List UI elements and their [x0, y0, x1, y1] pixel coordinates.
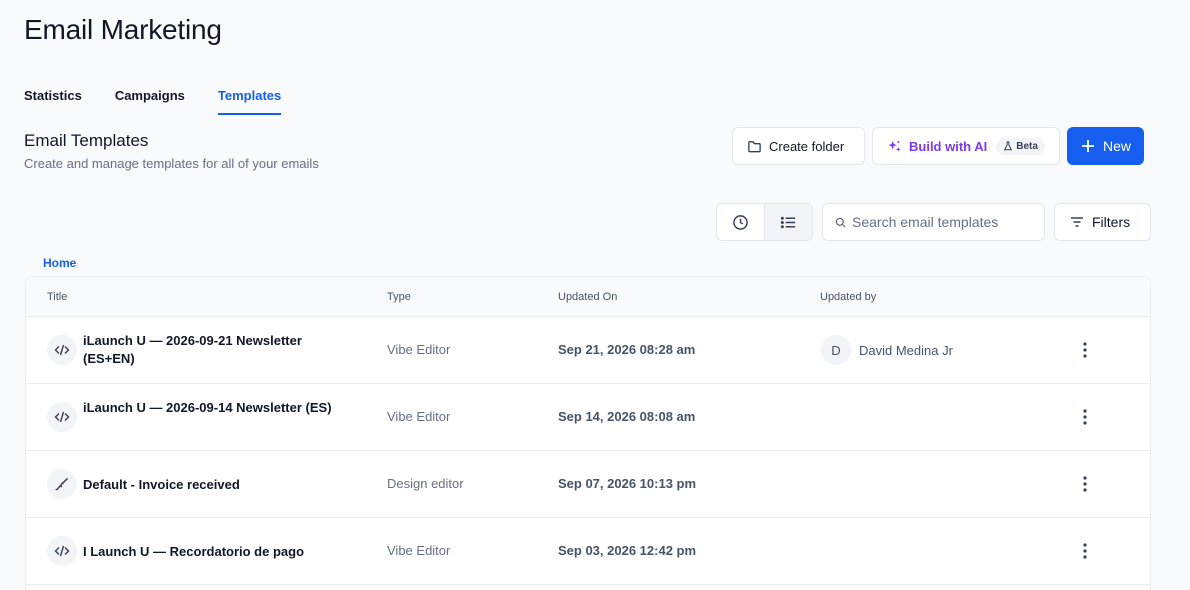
template-title[interactable]: Default - Invoice received: [83, 476, 333, 494]
code-icon: [47, 402, 77, 432]
section-title: Email Templates: [24, 131, 149, 150]
folder-icon: [748, 140, 761, 152]
table-row[interactable]: Default - Invoice received Design editor…: [26, 451, 1150, 518]
code-icon: [47, 536, 77, 566]
create-folder-label: Create folder: [769, 138, 845, 154]
view-toggle: [716, 203, 813, 241]
search-input[interactable]: [852, 214, 1032, 230]
template-title[interactable]: I Launch U — Recordatorio de pago: [83, 543, 333, 561]
template-updated-on: Sep 14, 2026 08:08 am: [558, 409, 696, 424]
tab-campaigns[interactable]: Campaigns: [115, 88, 185, 115]
filters-button[interactable]: Filters: [1054, 203, 1151, 241]
more-options-icon[interactable]: [1076, 338, 1094, 362]
create-folder-button[interactable]: Create folder: [732, 127, 865, 165]
more-options-icon[interactable]: [1076, 405, 1094, 429]
build-with-ai-label: Build with AI: [909, 138, 988, 154]
new-label: New: [1102, 138, 1131, 154]
updated-by: D David Medina Jr: [821, 335, 953, 365]
build-with-ai-button[interactable]: Build with AI Beta: [872, 127, 1060, 165]
table-row[interactable]: iLaunch U — 2026-09-14 Newsletter (ES) V…: [26, 384, 1150, 451]
column-title[interactable]: Title: [47, 291, 67, 303]
avatar: D: [821, 335, 851, 365]
beta-label: Beta: [1016, 140, 1038, 152]
template-updated-on: Sep 21, 2026 08:28 am: [558, 342, 696, 357]
list-icon: [780, 216, 796, 228]
more-options-icon[interactable]: [1076, 472, 1094, 496]
search-icon: [835, 217, 846, 227]
template-type: Design editor: [387, 476, 464, 491]
flask-icon: [1004, 141, 1013, 151]
breadcrumb-home[interactable]: Home: [43, 256, 76, 270]
updated-by-name: David Medina Jr: [859, 342, 953, 358]
table-header: Title Type Updated On Updated by: [26, 277, 1150, 317]
template-type: Vibe Editor: [387, 342, 451, 357]
templates-table: Title Type Updated On Updated by iLaunch…: [25, 276, 1151, 590]
plus-icon: [1081, 140, 1094, 152]
filter-icon: [1071, 217, 1083, 227]
more-options-icon[interactable]: [1076, 539, 1094, 563]
table-row[interactable]: I Launch U — Recordatorio de pago Vibe E…: [26, 518, 1150, 585]
clock-icon: [733, 214, 748, 230]
template-updated-on: Sep 07, 2026 10:13 pm: [558, 476, 697, 491]
column-updated-by[interactable]: Updated by: [820, 291, 876, 303]
code-icon: [47, 335, 77, 365]
template-title[interactable]: iLaunch U — 2026-09-14 Newsletter (ES): [83, 399, 333, 417]
column-type[interactable]: Type: [387, 291, 411, 303]
filters-label: Filters: [1092, 214, 1131, 230]
tabs: Statistics Campaigns Templates: [24, 88, 314, 115]
section-subtitle: Create and manage templates for all of y…: [24, 156, 319, 171]
recent-view-button[interactable]: [717, 204, 764, 240]
column-updated-on[interactable]: Updated On: [558, 291, 617, 303]
page-title: Email Marketing: [24, 14, 222, 45]
list-view-button[interactable]: [764, 204, 812, 240]
tab-statistics[interactable]: Statistics: [24, 88, 82, 115]
brush-icon: [47, 469, 77, 499]
sparkle-icon: [888, 139, 901, 152]
template-title[interactable]: iLaunch U — 2026-09-21 Newsletter (ES+EN…: [83, 332, 333, 368]
template-type: Vibe Editor: [387, 409, 451, 424]
tab-templates[interactable]: Templates: [217, 88, 282, 115]
template-type: Vibe Editor: [387, 543, 451, 558]
template-updated-on: Sep 03, 2026 12:42 pm: [558, 543, 697, 558]
search-box: [822, 203, 1045, 241]
beta-badge: Beta: [996, 137, 1045, 155]
table-row[interactable]: iLaunch U — 2026-09-21 Newsletter (ES+EN…: [26, 317, 1150, 384]
new-template-button[interactable]: New: [1067, 127, 1144, 165]
